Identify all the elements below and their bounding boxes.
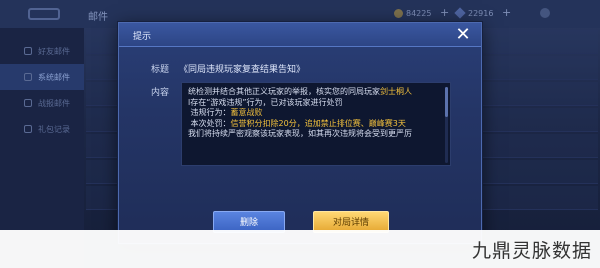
close-icon[interactable]: ✕ bbox=[453, 25, 473, 45]
watermark: 九鼎灵脉数据 bbox=[471, 240, 592, 262]
sidebar-item-battle-mail[interactable]: 战报邮件 bbox=[0, 90, 84, 116]
sidebar-item-system-mail[interactable]: 系统邮件 bbox=[0, 64, 84, 90]
content-line: 统检测并结合其他正义玩家的举报，核实您的同局玩家剑士桐人 bbox=[188, 87, 444, 98]
sidebar-item-friend-mail[interactable]: 好友邮件 bbox=[0, 38, 84, 64]
mail-icon bbox=[24, 73, 32, 81]
penalty-value: 信誉积分扣除20分， bbox=[230, 118, 305, 128]
penalty-label: 本次处罚： bbox=[190, 118, 231, 128]
mail-subject: 《同局违规玩家复查结果告知》 bbox=[179, 65, 306, 75]
violation-label: 违规行为： bbox=[190, 108, 231, 118]
sidebar-item-label: 系统邮件 bbox=[38, 73, 70, 82]
content-line: l存在“游戏违规”行为，已对该玩家进行处罚 bbox=[188, 97, 343, 107]
content-line: 违规行为：蓄意战败 bbox=[188, 108, 444, 119]
sidebar-item-label: 礼包记录 bbox=[38, 125, 70, 134]
settings-icon[interactable] bbox=[540, 8, 550, 18]
sidebar-item-label: 好友邮件 bbox=[38, 47, 70, 56]
player-name: 剑士桐人 bbox=[380, 87, 412, 96]
mail-content[interactable]: 统检测并结合其他正义玩家的举报，核实您的同局玩家剑士桐人 l存在“游戏违规”行为… bbox=[181, 82, 451, 166]
coin-count: 84225 bbox=[406, 9, 432, 18]
sidebar-item-gift-record[interactable]: 礼包记录 bbox=[0, 116, 84, 142]
violation-value: 蓄意战败 bbox=[230, 108, 263, 118]
dialog-header: 提示 ✕ bbox=[119, 23, 481, 47]
content-line: 我们将持续严密观察该玩家表现，如其再次违规将会受到更严厉 bbox=[188, 129, 412, 139]
mail-icon bbox=[24, 47, 32, 55]
content-scrollbar[interactable] bbox=[445, 87, 448, 163]
back-icon[interactable] bbox=[28, 8, 60, 20]
gem-icon bbox=[454, 7, 466, 19]
add-gem-icon[interactable]: + bbox=[502, 6, 511, 19]
content-line: 本次处罚：信誉积分扣除20分，追加禁止排位赛、巅峰赛3天 bbox=[188, 119, 444, 130]
mail-icon bbox=[24, 99, 32, 107]
sidebar-item-label: 战报邮件 bbox=[38, 99, 70, 108]
mail-header-title: 邮件 bbox=[88, 12, 108, 23]
content-text: 统检测并结合其他正义玩家的举报，核实您的同局玩家 bbox=[188, 87, 380, 96]
notice-dialog: 提示 ✕ 标题 《同局违规玩家复查结果告知》 内容 统检测并结合其他正义玩家的举… bbox=[118, 22, 482, 244]
subject-label: 标题 bbox=[151, 65, 170, 75]
content-label: 内容 bbox=[151, 88, 170, 98]
scrollbar-thumb[interactable] bbox=[445, 87, 448, 117]
coin-icon bbox=[394, 9, 403, 18]
gift-icon bbox=[24, 125, 32, 133]
penalty-extra: 追加禁止排位赛、巅峰赛3天 bbox=[304, 118, 406, 128]
dialog-title: 提示 bbox=[133, 32, 152, 42]
add-coin-icon[interactable]: + bbox=[440, 6, 449, 19]
gem-count: 22916 bbox=[468, 9, 494, 18]
